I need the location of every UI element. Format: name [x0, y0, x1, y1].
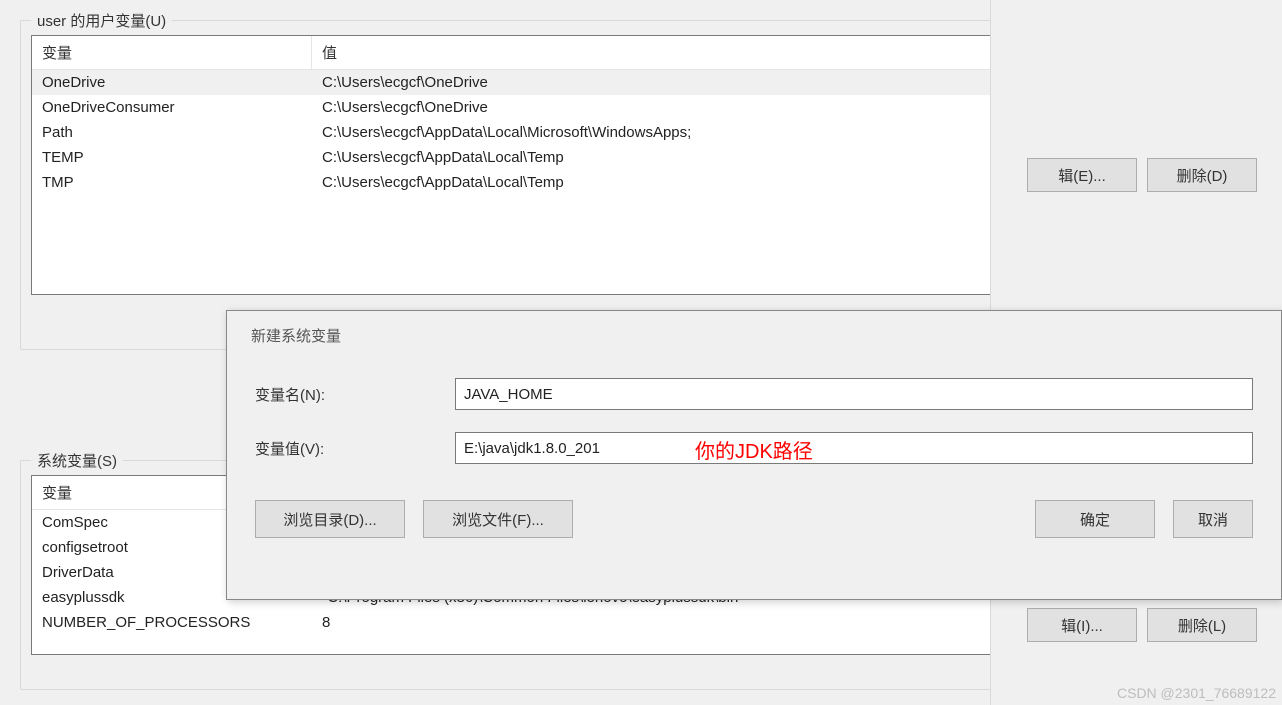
table-row[interactable]: OneDriveConsumer C:\Users\ecgcf\OneDrive: [32, 95, 1018, 120]
new-system-variable-dialog: 新建系统变量 变量名(N): 变量值(V): 你的JDK路径 浏览目录(D)..…: [226, 310, 1282, 600]
table-row[interactable]: OneDrive C:\Users\ecgcf\OneDrive: [32, 70, 1018, 95]
edit-system-button[interactable]: 辑(I)...: [1027, 608, 1137, 642]
variable-value-input[interactable]: [455, 432, 1253, 464]
table-row[interactable]: TMP C:\Users\ecgcf\AppData\Local\Temp: [32, 170, 1018, 195]
user-variables-title: user 的用户变量(U): [31, 10, 172, 31]
table-row[interactable]: TEMP C:\Users\ecgcf\AppData\Local\Temp: [32, 145, 1018, 170]
var-name: OneDrive: [32, 70, 312, 95]
user-list-header: 变量 值: [32, 36, 1018, 70]
variable-name-label: 变量名(N):: [255, 384, 455, 405]
var-value: 8: [312, 610, 1018, 635]
variable-name-input[interactable]: [455, 378, 1253, 410]
system-variables-title: 系统变量(S): [31, 450, 123, 471]
edit-user-button[interactable]: 辑(E)...: [1027, 158, 1137, 192]
var-name: OneDriveConsumer: [32, 95, 312, 120]
column-header-value[interactable]: 值: [312, 36, 1018, 69]
dialog-title: 新建系统变量: [227, 311, 1281, 354]
user-variables-group: user 的用户变量(U) 变量 值 OneDrive C:\Users\ecg…: [20, 20, 1030, 350]
cancel-button[interactable]: 取消: [1173, 500, 1253, 538]
ok-button[interactable]: 确定: [1035, 500, 1155, 538]
watermark: CSDN @2301_76689122: [1117, 685, 1276, 701]
var-name: NUMBER_OF_PROCESSORS: [32, 610, 312, 635]
var-value: C:\Users\ecgcf\OneDrive: [312, 95, 1018, 120]
var-name: TEMP: [32, 145, 312, 170]
browse-file-button[interactable]: 浏览文件(F)...: [423, 500, 573, 538]
variable-value-label: 变量值(V):: [255, 438, 455, 459]
table-row[interactable]: Path C:\Users\ecgcf\AppData\Local\Micros…: [32, 120, 1018, 145]
var-name: Path: [32, 120, 312, 145]
browse-directory-button[interactable]: 浏览目录(D)...: [255, 500, 405, 538]
user-variables-list[interactable]: 变量 值 OneDrive C:\Users\ecgcf\OneDrive On…: [31, 35, 1019, 295]
var-value: C:\Users\ecgcf\AppData\Local\Microsoft\W…: [312, 120, 1018, 145]
var-value: C:\Users\ecgcf\OneDrive: [312, 70, 1018, 95]
delete-system-button[interactable]: 删除(L): [1147, 608, 1257, 642]
var-name: TMP: [32, 170, 312, 195]
delete-user-button[interactable]: 删除(D): [1147, 158, 1257, 192]
var-value: C:\Users\ecgcf\AppData\Local\Temp: [312, 170, 1018, 195]
column-header-variable[interactable]: 变量: [32, 36, 312, 69]
table-row[interactable]: NUMBER_OF_PROCESSORS 8: [32, 610, 1018, 635]
var-value: C:\Users\ecgcf\AppData\Local\Temp: [312, 145, 1018, 170]
